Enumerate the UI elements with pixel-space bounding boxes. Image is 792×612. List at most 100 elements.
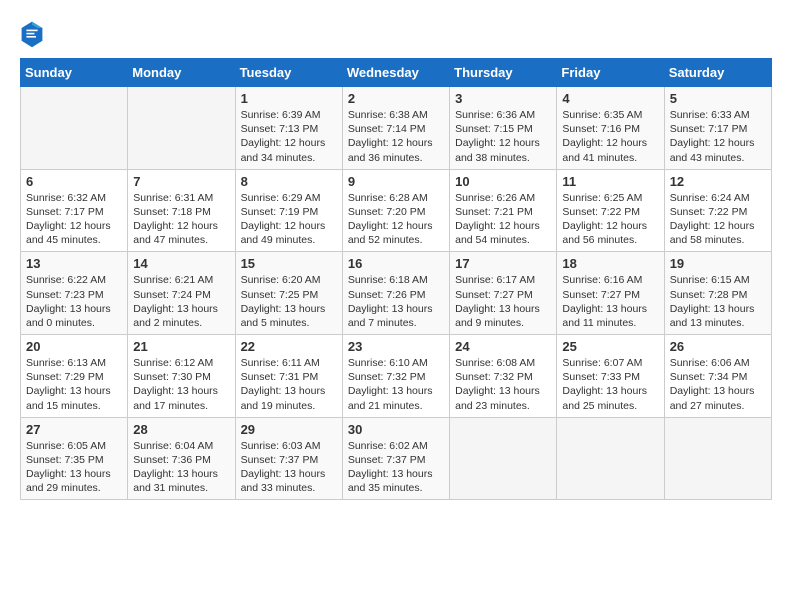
- day-number: 24: [455, 339, 551, 354]
- day-number: 29: [241, 422, 337, 437]
- day-number: 5: [670, 91, 766, 106]
- day-info: Sunrise: 6:13 AM Sunset: 7:29 PM Dayligh…: [26, 356, 122, 413]
- day-number: 20: [26, 339, 122, 354]
- calendar-cell: 26 Sunrise: 6:06 AM Sunset: 7:34 PM Dayli…: [664, 335, 771, 418]
- calendar-cell: 6 Sunrise: 6:32 AM Sunset: 7:17 PM Daylig…: [21, 169, 128, 252]
- day-info: Sunrise: 6:12 AM Sunset: 7:30 PM Dayligh…: [133, 356, 229, 413]
- logo-icon: [20, 20, 44, 48]
- day-number: 27: [26, 422, 122, 437]
- calendar-week-row: 6 Sunrise: 6:32 AM Sunset: 7:17 PM Daylig…: [21, 169, 772, 252]
- day-number: 8: [241, 174, 337, 189]
- calendar-cell: 18Sunrise: 6:16 AM Sunset: 7:27 PM Dayli…: [557, 252, 664, 335]
- calendar-cell: [664, 417, 771, 500]
- day-info: Sunrise: 6:08 AM Sunset: 7:32 PM Dayligh…: [455, 356, 551, 413]
- day-number: 21: [133, 339, 229, 354]
- calendar-cell: 8 Sunrise: 6:29 AM Sunset: 7:19 PM Daylig…: [235, 169, 342, 252]
- calendar-cell: 12 Sunrise: 6:24 AM Sunset: 7:22 PM Dayli…: [664, 169, 771, 252]
- day-number: 22: [241, 339, 337, 354]
- calendar-cell: 16 Sunrise: 6:18 AM Sunset: 7:26 PM Dayli…: [342, 252, 449, 335]
- day-info: Sunrise: 6:10 AM Sunset: 7:32 PM Dayligh…: [348, 356, 444, 413]
- calendar-cell: 17Sunrise: 6:17 AM Sunset: 7:27 PM Dayli…: [450, 252, 557, 335]
- calendar-cell: 14 Sunrise: 6:21 AM Sunset: 7:24 PM Dayli…: [128, 252, 235, 335]
- calendar-cell: 13 Sunrise: 6:22 AM Sunset: 7:23 PM Dayli…: [21, 252, 128, 335]
- calendar-week-row: 1 Sunrise: 6:39 AM Sunset: 7:13 PM Daylig…: [21, 87, 772, 170]
- day-number: 2: [348, 91, 444, 106]
- calendar-cell: 25 Sunrise: 6:07 AM Sunset: 7:33 PM Dayli…: [557, 335, 664, 418]
- day-info: Sunrise: 6:22 AM Sunset: 7:23 PM Dayligh…: [26, 273, 122, 330]
- day-number: 6: [26, 174, 122, 189]
- calendar-cell: 19 Sunrise: 6:15 AM Sunset: 7:28 PM Dayli…: [664, 252, 771, 335]
- calendar-cell: 20 Sunrise: 6:13 AM Sunset: 7:29 PM Dayli…: [21, 335, 128, 418]
- day-number: 30: [348, 422, 444, 437]
- day-info: Sunrise: 6:36 AM Sunset: 7:15 PM Dayligh…: [455, 108, 551, 165]
- day-info: Sunrise: 6:24 AM Sunset: 7:22 PM Dayligh…: [670, 191, 766, 248]
- day-header-wednesday: Wednesday: [342, 59, 449, 87]
- calendar-cell: 7 Sunrise: 6:31 AM Sunset: 7:18 PM Daylig…: [128, 169, 235, 252]
- day-info: Sunrise: 6:18 AM Sunset: 7:26 PM Dayligh…: [348, 273, 444, 330]
- day-number: 25: [562, 339, 658, 354]
- day-number: 12: [670, 174, 766, 189]
- day-number: 28: [133, 422, 229, 437]
- day-number: 1: [241, 91, 337, 106]
- calendar-cell: 29 Sunrise: 6:03 AM Sunset: 7:37 PM Dayli…: [235, 417, 342, 500]
- day-info: Sunrise: 6:25 AM Sunset: 7:22 PM Dayligh…: [562, 191, 658, 248]
- day-info: Sunrise: 6:28 AM Sunset: 7:20 PM Dayligh…: [348, 191, 444, 248]
- day-number: 14: [133, 256, 229, 271]
- day-info: Sunrise: 6:15 AM Sunset: 7:28 PM Dayligh…: [670, 273, 766, 330]
- day-number: 18: [562, 256, 658, 271]
- day-header-sunday: Sunday: [21, 59, 128, 87]
- calendar-cell: [21, 87, 128, 170]
- calendar-cell: 5 Sunrise: 6:33 AM Sunset: 7:17 PM Daylig…: [664, 87, 771, 170]
- day-info: Sunrise: 6:03 AM Sunset: 7:37 PM Dayligh…: [241, 439, 337, 496]
- day-info: Sunrise: 6:06 AM Sunset: 7:34 PM Dayligh…: [670, 356, 766, 413]
- day-number: 4: [562, 91, 658, 106]
- day-info: Sunrise: 6:31 AM Sunset: 7:18 PM Dayligh…: [133, 191, 229, 248]
- day-info: Sunrise: 6:32 AM Sunset: 7:17 PM Dayligh…: [26, 191, 122, 248]
- calendar-cell: 27 Sunrise: 6:05 AM Sunset: 7:35 PM Dayli…: [21, 417, 128, 500]
- day-number: 26: [670, 339, 766, 354]
- day-number: 23: [348, 339, 444, 354]
- day-number: 16: [348, 256, 444, 271]
- day-info: Sunrise: 6:04 AM Sunset: 7:36 PM Dayligh…: [133, 439, 229, 496]
- day-info: Sunrise: 6:26 AM Sunset: 7:21 PM Dayligh…: [455, 191, 551, 248]
- calendar-cell: [450, 417, 557, 500]
- calendar-cell: 22 Sunrise: 6:11 AM Sunset: 7:31 PM Dayli…: [235, 335, 342, 418]
- day-header-monday: Monday: [128, 59, 235, 87]
- day-info: Sunrise: 6:38 AM Sunset: 7:14 PM Dayligh…: [348, 108, 444, 165]
- calendar-week-row: 27 Sunrise: 6:05 AM Sunset: 7:35 PM Dayli…: [21, 417, 772, 500]
- calendar-week-row: 20 Sunrise: 6:13 AM Sunset: 7:29 PM Dayli…: [21, 335, 772, 418]
- day-info: Sunrise: 6:11 AM Sunset: 7:31 PM Dayligh…: [241, 356, 337, 413]
- calendar-cell: 11Sunrise: 6:25 AM Sunset: 7:22 PM Dayli…: [557, 169, 664, 252]
- day-info: Sunrise: 6:39 AM Sunset: 7:13 PM Dayligh…: [241, 108, 337, 165]
- calendar-cell: 10Sunrise: 6:26 AM Sunset: 7:21 PM Dayli…: [450, 169, 557, 252]
- calendar-cell: 2 Sunrise: 6:38 AM Sunset: 7:14 PM Daylig…: [342, 87, 449, 170]
- calendar-cell: [128, 87, 235, 170]
- calendar-table: SundayMondayTuesdayWednesdayThursdayFrid…: [20, 58, 772, 500]
- day-info: Sunrise: 6:20 AM Sunset: 7:25 PM Dayligh…: [241, 273, 337, 330]
- logo: [20, 20, 48, 48]
- day-number: 13: [26, 256, 122, 271]
- calendar-header-row: SundayMondayTuesdayWednesdayThursdayFrid…: [21, 59, 772, 87]
- day-header-saturday: Saturday: [664, 59, 771, 87]
- day-number: 3: [455, 91, 551, 106]
- calendar-cell: 23 Sunrise: 6:10 AM Sunset: 7:32 PM Dayli…: [342, 335, 449, 418]
- day-number: 7: [133, 174, 229, 189]
- day-info: Sunrise: 6:21 AM Sunset: 7:24 PM Dayligh…: [133, 273, 229, 330]
- day-number: 9: [348, 174, 444, 189]
- calendar-cell: 3 Sunrise: 6:36 AM Sunset: 7:15 PM Daylig…: [450, 87, 557, 170]
- day-info: Sunrise: 6:35 AM Sunset: 7:16 PM Dayligh…: [562, 108, 658, 165]
- calendar-cell: 30 Sunrise: 6:02 AM Sunset: 7:37 PM Dayli…: [342, 417, 449, 500]
- day-info: Sunrise: 6:02 AM Sunset: 7:37 PM Dayligh…: [348, 439, 444, 496]
- day-info: Sunrise: 6:07 AM Sunset: 7:33 PM Dayligh…: [562, 356, 658, 413]
- calendar-cell: 1 Sunrise: 6:39 AM Sunset: 7:13 PM Daylig…: [235, 87, 342, 170]
- calendar-cell: 24 Sunrise: 6:08 AM Sunset: 7:32 PM Dayli…: [450, 335, 557, 418]
- day-number: 17: [455, 256, 551, 271]
- day-number: 19: [670, 256, 766, 271]
- day-info: Sunrise: 6:33 AM Sunset: 7:17 PM Dayligh…: [670, 108, 766, 165]
- day-info: Sunrise: 6:05 AM Sunset: 7:35 PM Dayligh…: [26, 439, 122, 496]
- calendar-week-row: 13 Sunrise: 6:22 AM Sunset: 7:23 PM Dayli…: [21, 252, 772, 335]
- calendar-cell: 4 Sunrise: 6:35 AM Sunset: 7:16 PM Daylig…: [557, 87, 664, 170]
- day-header-thursday: Thursday: [450, 59, 557, 87]
- calendar-cell: 28 Sunrise: 6:04 AM Sunset: 7:36 PM Dayli…: [128, 417, 235, 500]
- day-info: Sunrise: 6:29 AM Sunset: 7:19 PM Dayligh…: [241, 191, 337, 248]
